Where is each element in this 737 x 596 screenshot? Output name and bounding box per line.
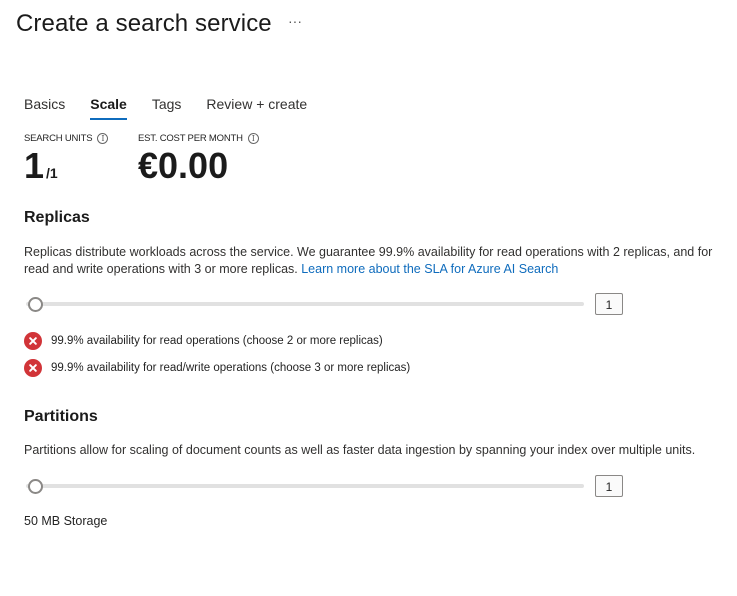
storage-label: 50 MB Storage [24, 514, 108, 528]
partitions-slider[interactable] [26, 479, 584, 494]
search-units-label: SEARCH UNITS [24, 133, 93, 144]
slider-thumb[interactable] [28, 297, 43, 312]
cost-label: EST. COST PER MONTH [138, 133, 243, 144]
more-options-button[interactable]: ··· [288, 13, 302, 29]
cost-value: €0.00 [138, 145, 229, 186]
replicas-count-input[interactable]: 1 [595, 293, 623, 315]
replicas-slider[interactable] [26, 297, 584, 312]
replica-status-read: 99.9% availability for read operations (… [24, 332, 383, 350]
slider-track [26, 484, 584, 488]
replicas-description: Replicas distribute workloads across the… [24, 244, 736, 278]
error-icon [24, 359, 42, 377]
partitions-description: Partitions allow for scaling of document… [24, 443, 696, 457]
replicas-heading: Replicas [24, 209, 90, 226]
slider-track [26, 302, 584, 306]
cost-metric: EST. COST PER MONTH i €0.00 [138, 133, 259, 186]
replica-status-read-write: 99.9% availability for read/write operat… [24, 359, 410, 377]
status-text: 99.9% availability for read/write operat… [51, 362, 411, 374]
search-units-max: /1 [46, 165, 58, 181]
info-icon[interactable]: i [247, 133, 259, 144]
tab-bar: Basics Scale Tags Review + create [24, 96, 332, 120]
status-text: 99.9% availability for read operations (… [51, 335, 383, 347]
partitions-count-input[interactable]: 1 [595, 475, 623, 497]
tab-basics[interactable]: Basics [24, 96, 65, 118]
slider-thumb[interactable] [28, 479, 43, 494]
partitions-heading: Partitions [24, 408, 98, 425]
search-units-value: 1 [24, 145, 45, 186]
tab-scale[interactable]: Scale [90, 96, 127, 120]
error-icon [24, 332, 42, 350]
page-title: Create a search service [16, 10, 272, 37]
tab-tags[interactable]: Tags [152, 96, 182, 118]
search-units-metric: SEARCH UNITS i 1/1 [24, 133, 109, 193]
info-icon[interactable]: i [97, 133, 109, 144]
sla-link[interactable]: Learn more about the SLA for Azure AI Se… [301, 262, 558, 276]
tab-review-create[interactable]: Review + create [206, 96, 307, 118]
